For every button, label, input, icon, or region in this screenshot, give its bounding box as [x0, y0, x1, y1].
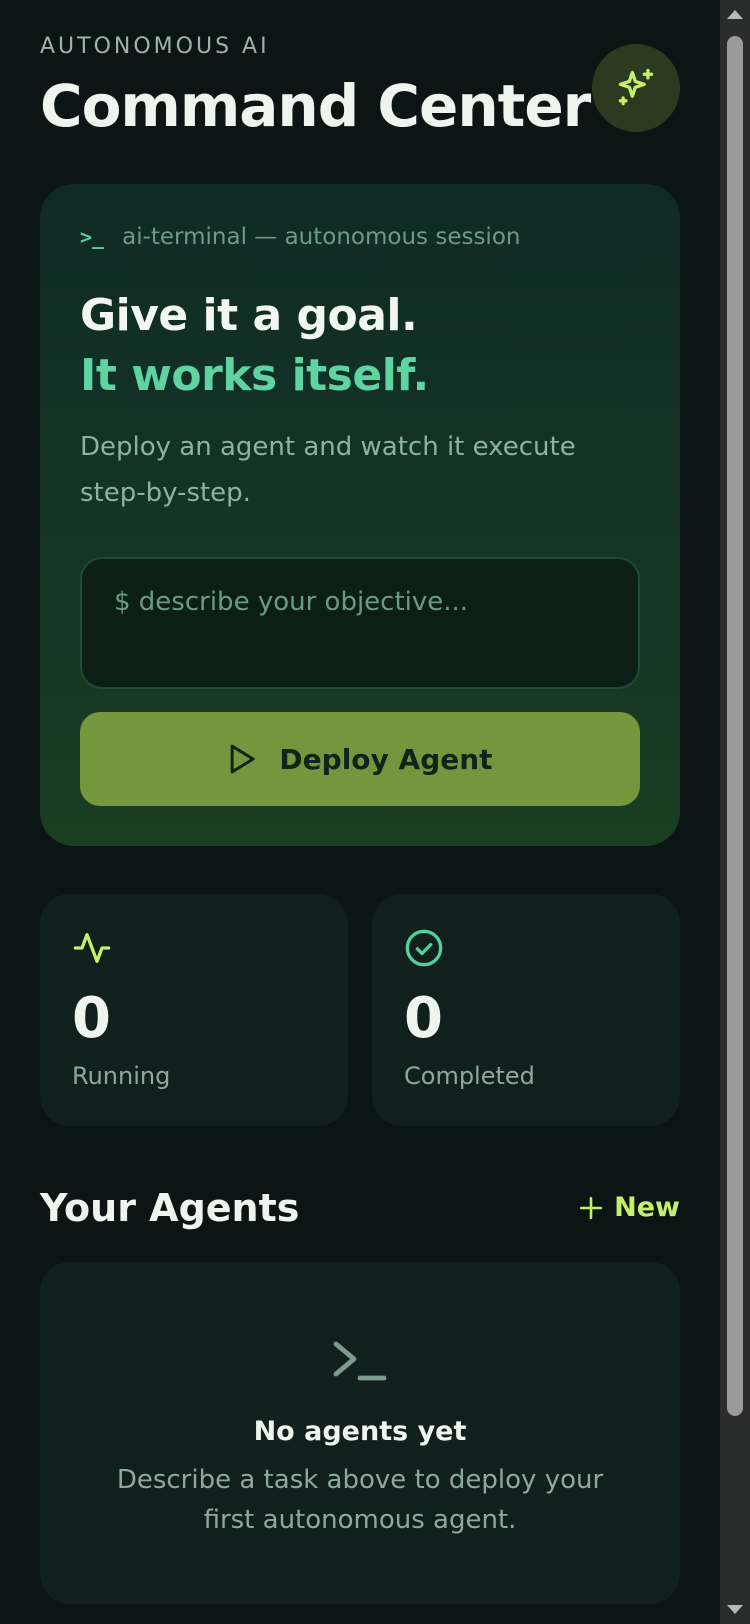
scroll-thumb[interactable] [727, 36, 743, 1416]
plus-icon [580, 1196, 603, 1219]
empty-state-description: Describe a task above to deploy your fir… [116, 1465, 604, 1535]
sparkle-button[interactable] [592, 44, 680, 132]
running-label: Running [72, 1062, 171, 1090]
stat-card-running: 0 Running [40, 894, 348, 1126]
completed-count: 0 [404, 986, 443, 1051]
running-count: 0 [72, 986, 111, 1051]
terminal-session-label: >_ ai-terminal — autonomous session [80, 224, 520, 250]
vertical-scrollbar[interactable] [720, 0, 750, 1624]
objective-input[interactable] [80, 557, 640, 689]
terminal-label-text: ai-terminal — autonomous session [122, 224, 521, 250]
new-agent-button[interactable]: New [578, 1192, 680, 1223]
new-agent-label: New [614, 1192, 680, 1223]
activity-icon [73, 933, 111, 963]
sparkle-icon [618, 68, 654, 106]
check-circle-icon [405, 929, 443, 967]
deploy-agent-button[interactable]: Deploy Agent [80, 712, 640, 806]
terminal-icon [333, 1341, 387, 1381]
scroll-down-arrow-icon[interactable] [727, 1605, 743, 1614]
stat-card-completed: 0 Completed [372, 894, 680, 1126]
agents-empty-state: No agents yet Describe a task above to d… [40, 1262, 680, 1604]
deploy-agent-label: Deploy Agent [279, 742, 493, 776]
empty-state-title: No agents yet [253, 1416, 467, 1447]
command-center-page: AUTONOMOUS AI Command Center >_ ai-termi… [0, 0, 720, 1624]
scroll-up-arrow-icon[interactable] [727, 10, 743, 19]
page-title: Command Center [40, 72, 591, 140]
terminal-icon: >_ [80, 225, 105, 249]
your-agents-heading: Your Agents [40, 1186, 300, 1230]
hero-headline-accent: It works itself. [80, 350, 429, 401]
hero-card: >_ ai-terminal — autonomous session Give… [40, 184, 680, 846]
completed-label: Completed [404, 1062, 535, 1090]
hero-headline-primary: Give it a goal. [80, 290, 418, 341]
hero-description: Deploy an agent and watch it execute ste… [80, 432, 576, 508]
eyebrow-label: AUTONOMOUS AI [40, 34, 270, 59]
play-icon [231, 744, 255, 774]
